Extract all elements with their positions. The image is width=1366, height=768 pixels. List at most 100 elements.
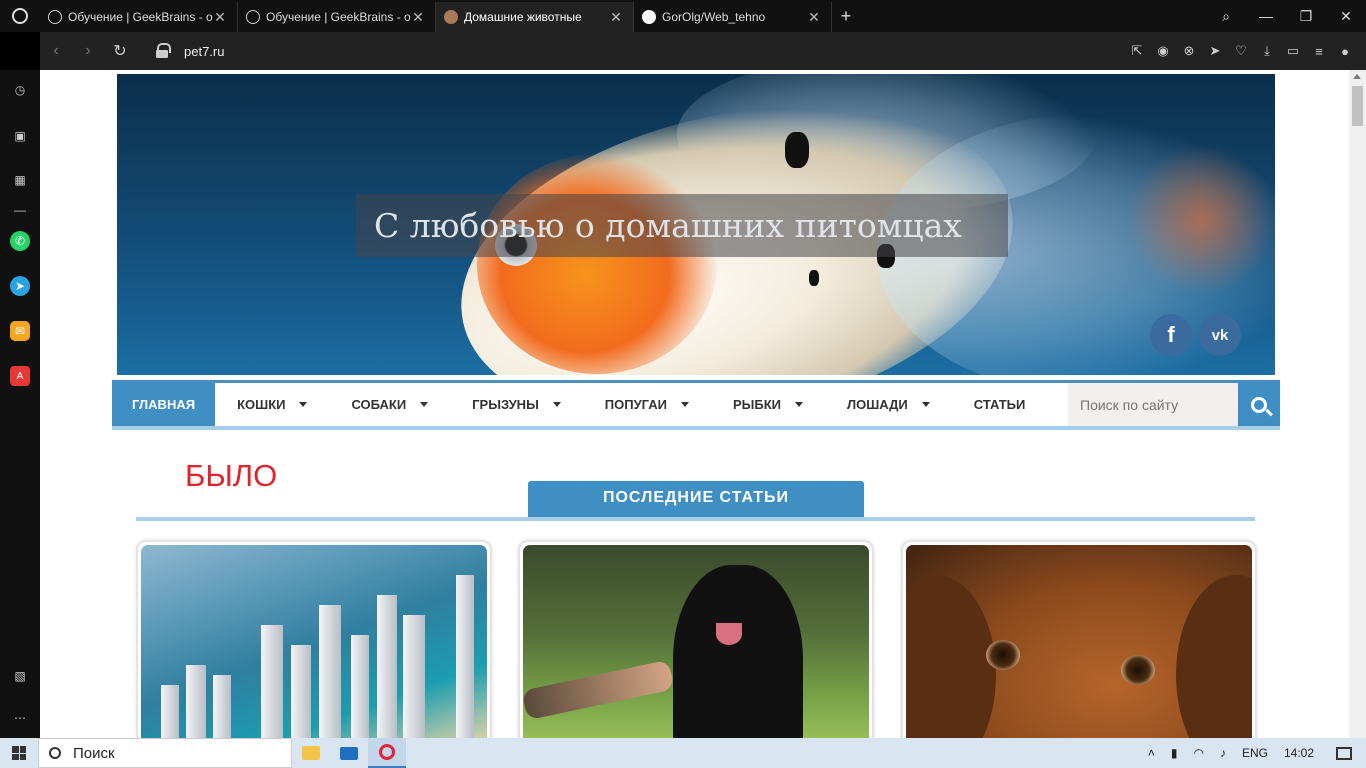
scroll-up-arrow-icon[interactable] — [1353, 74, 1361, 79]
menu-item-rodents[interactable]: ГРЫЗУНЫ — [450, 383, 583, 426]
mail-icon[interactable]: ✉ — [10, 321, 30, 341]
article-image[interactable] — [906, 545, 1252, 738]
article-card[interactable] — [518, 540, 874, 738]
more-icon[interactable]: ⋯ — [10, 708, 30, 728]
system-tray: ˄ ▮ ◠ ♪ ENG 14:02 — [1140, 738, 1366, 768]
menu-item-cats[interactable]: КОШКИ — [215, 383, 329, 426]
page-viewport: С любовью о домашних питомцах f vk ГЛАВН… — [40, 70, 1349, 738]
settings-icon[interactable]: ≡ — [1306, 44, 1332, 59]
tab-title: GorOlg/Web_tehno — [662, 10, 766, 24]
file-explorer-icon[interactable] — [292, 738, 330, 768]
search-icon — [49, 747, 61, 759]
article-image — [1176, 575, 1252, 738]
opera-sidebar: ◷ ▣ ▦ — ✆ ➤ ✉ A ▧ ⋯ — [0, 70, 40, 738]
speed-dial-icon[interactable]: ◷ — [10, 80, 30, 100]
site-title[interactable]: С любовью о домашних питомцах — [356, 194, 1008, 257]
mail-app-icon[interactable] — [330, 738, 368, 768]
menu-item-fish[interactable]: РЫБКИ — [711, 383, 825, 426]
restore-icon[interactable]: ❐ — [1286, 8, 1326, 25]
tab-close-icon[interactable]: ✕ — [807, 9, 821, 26]
menu-label: СТАТЬИ — [973, 397, 1026, 412]
main-menu: ГЛАВНАЯ КОШКИ СОБАКИ ГРЫЗУНЫ ПОПУГАИ РЫБ… — [112, 380, 1280, 430]
search-button[interactable] — [1238, 383, 1280, 426]
article-image — [523, 659, 675, 721]
tab-close-icon[interactable]: ✕ — [411, 9, 425, 26]
bookmark-heart-icon[interactable]: ♡ — [1228, 43, 1254, 59]
language-indicator[interactable]: ENG — [1242, 746, 1268, 760]
page-scrollbar[interactable] — [1349, 70, 1366, 738]
browser-tab[interactable]: Обучение | GeekBrains - о ✕ — [40, 2, 238, 32]
adblock-icon[interactable]: ⊗ — [1176, 43, 1202, 59]
menu-item-dogs[interactable]: СОБАКИ — [329, 383, 450, 426]
article-image — [261, 625, 283, 738]
windows-logo-icon — [12, 746, 26, 760]
tab-title: Обучение | GeekBrains - о — [68, 10, 213, 24]
download-icon[interactable]: ⤓ — [1254, 43, 1280, 59]
article-image[interactable] — [523, 545, 869, 738]
browser-tab[interactable]: Обучение | GeekBrains - о ✕ — [238, 2, 436, 32]
menu-item-horses[interactable]: ЛОШАДИ — [825, 383, 952, 426]
menu-item-articles[interactable]: СТАТЬИ — [952, 383, 1048, 426]
gallery-icon[interactable]: ▧ — [10, 666, 30, 686]
article-card[interactable] — [901, 540, 1257, 738]
translator-icon[interactable]: A — [10, 366, 30, 386]
tab-title: Обучение | GeekBrains - о — [266, 10, 411, 24]
browser-tab-active[interactable]: Домашние животные ✕ — [436, 2, 634, 32]
minimize-icon[interactable]: — — [1246, 8, 1286, 24]
battery-tray-icon[interactable]: ▮ — [1171, 746, 1178, 760]
taskbar-search[interactable]: Поиск — [38, 738, 292, 768]
banner-image — [785, 132, 809, 168]
opera-taskbar-icon[interactable] — [368, 738, 406, 768]
search-tabs-icon[interactable]: ⌕ — [1206, 8, 1246, 25]
article-image — [673, 565, 803, 738]
lock-icon[interactable] — [154, 43, 171, 59]
menu-item-parrots[interactable]: ПОПУГАИ — [583, 383, 711, 426]
geekbrains-icon — [246, 10, 260, 24]
start-button[interactable] — [0, 738, 38, 768]
tab-close-icon[interactable]: ✕ — [609, 9, 623, 26]
telegram-icon[interactable]: ➤ — [10, 276, 30, 296]
menu-item-home[interactable]: ГЛАВНАЯ — [112, 383, 216, 426]
close-icon[interactable]: ✕ — [1326, 8, 1366, 25]
opera-menu-icon[interactable] — [0, 0, 40, 32]
menu-label: ГРЫЗУНЫ — [472, 397, 539, 412]
vk-icon[interactable]: vk — [1199, 314, 1241, 356]
address-bar-tools: ⇱ ◉ ⊗ ➤ ♡ ⤓ ▭ ≡ ● — [1124, 32, 1358, 70]
notifications-icon[interactable] — [1336, 746, 1352, 760]
back-icon[interactable]: ‹ — [40, 42, 72, 60]
tray-chevron-icon[interactable]: ˄ — [1148, 746, 1155, 760]
article-image — [351, 635, 369, 738]
forward-icon[interactable]: › — [72, 42, 104, 60]
clock[interactable]: 14:02 — [1284, 746, 1314, 760]
scrollbar-thumb[interactable] — [1352, 86, 1363, 126]
send-icon[interactable]: ➤ — [1202, 43, 1228, 59]
menu-label: КОШКИ — [237, 397, 286, 412]
wifi-icon[interactable]: ◠ — [1193, 746, 1203, 760]
header-banner: С любовью о домашних питомцах f vk — [117, 74, 1275, 375]
new-tab-button[interactable]: + — [832, 6, 860, 27]
snapshot-icon[interactable]: ◉ — [1150, 43, 1176, 59]
volume-icon[interactable]: ♪ — [1220, 746, 1226, 760]
shop-icon[interactable]: ▣ — [10, 126, 30, 146]
menu-label: СОБАКИ — [351, 397, 407, 412]
overlay-label: БЫЛО — [185, 458, 278, 493]
site-container: С любовью о домашних питомцах f vk ГЛАВН… — [112, 70, 1280, 738]
share-icon[interactable]: ⇱ — [1124, 43, 1150, 59]
profile-icon[interactable]: ● — [1332, 44, 1358, 59]
whatsapp-icon[interactable]: ✆ — [10, 231, 30, 251]
facebook-icon[interactable]: f — [1150, 314, 1192, 356]
reload-icon[interactable]: ↻ — [104, 41, 136, 61]
browser-tab[interactable]: GorOlg/Web_tehno ✕ — [634, 2, 832, 32]
battery-icon[interactable]: ▭ — [1280, 43, 1306, 59]
site-search-input[interactable] — [1068, 383, 1238, 426]
section-divider — [136, 517, 1255, 521]
extensions-icon[interactable]: ▦ — [10, 170, 30, 190]
tab-close-icon[interactable]: ✕ — [213, 9, 227, 26]
dropdown-caret-icon — [299, 402, 308, 407]
article-image[interactable] — [141, 545, 487, 738]
banner-image — [1127, 144, 1275, 294]
article-image — [986, 640, 1020, 670]
url-field[interactable]: pet7.ru — [184, 44, 224, 59]
article-card[interactable] — [136, 540, 492, 738]
sidebar-divider: — — [14, 203, 26, 217]
